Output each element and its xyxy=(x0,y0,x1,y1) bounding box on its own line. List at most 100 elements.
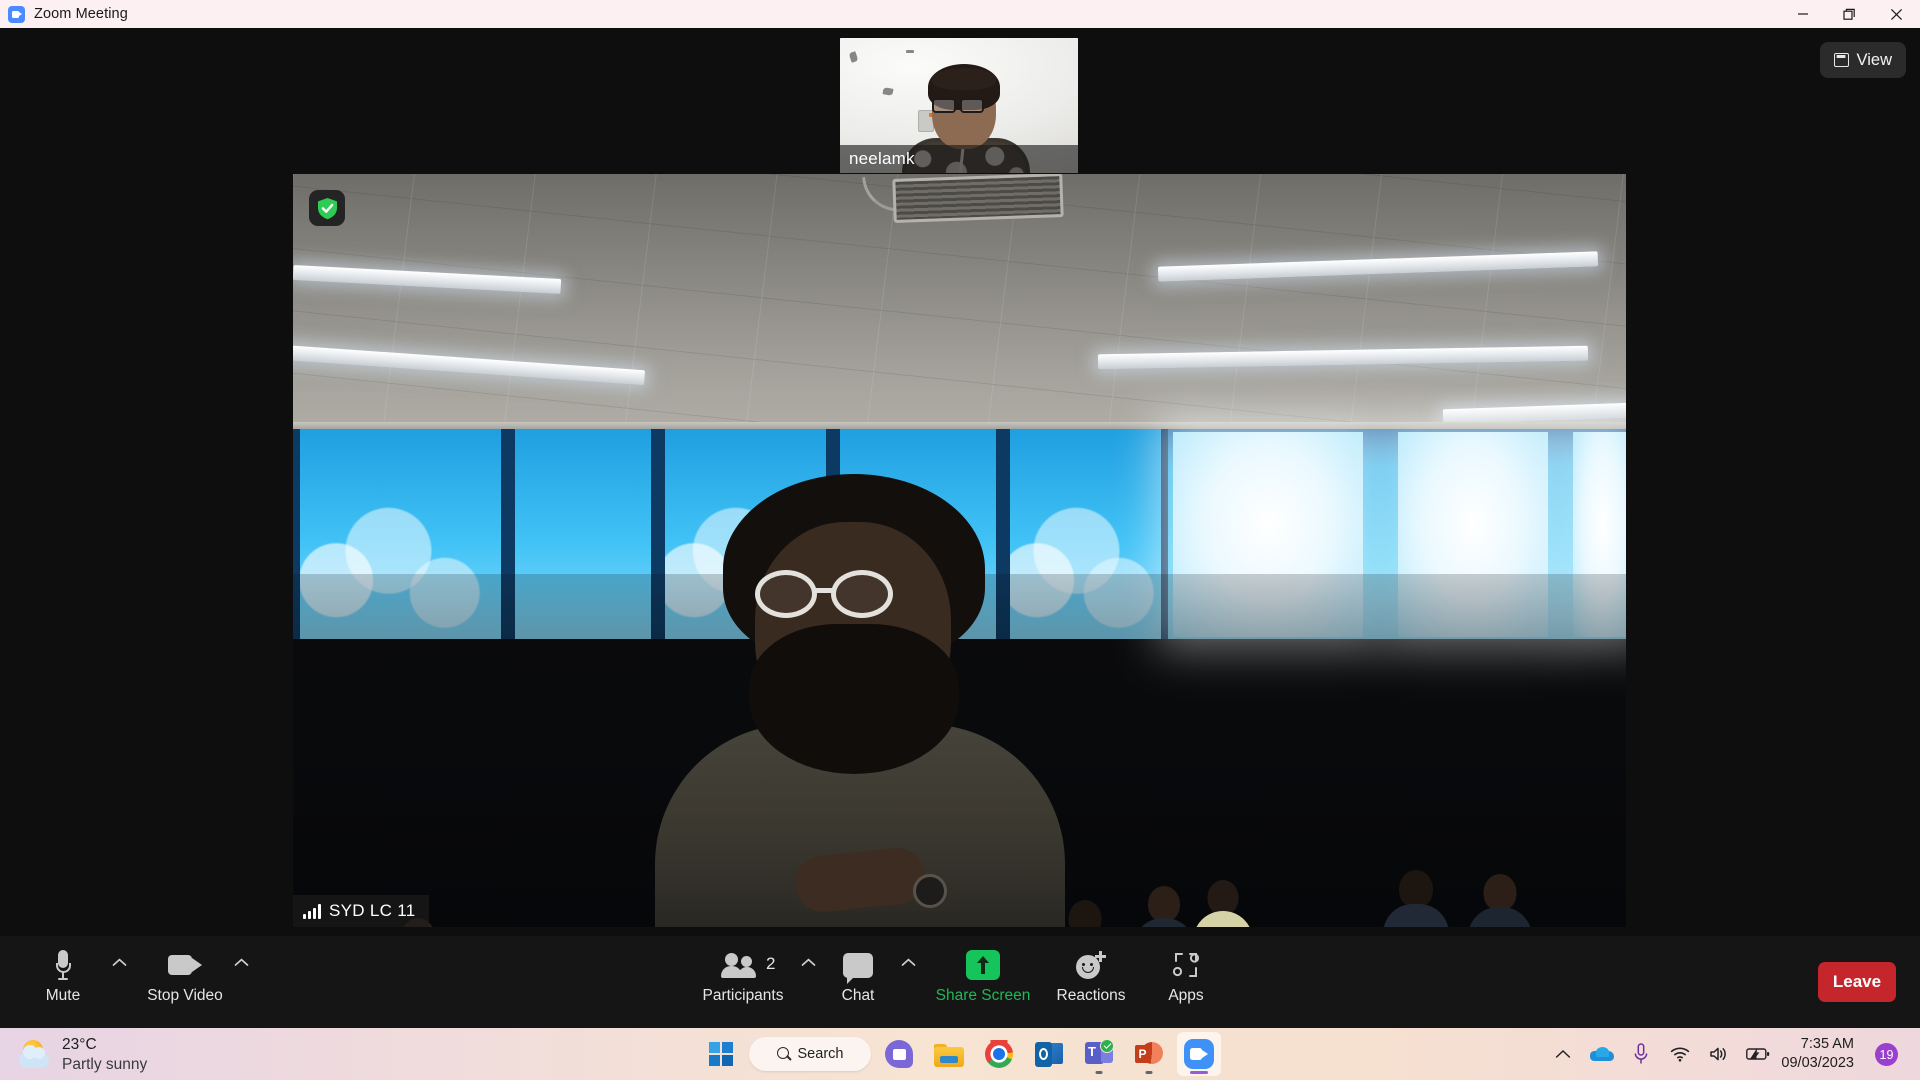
chat-button[interactable]: Chat xyxy=(821,936,895,1005)
leave-button[interactable]: Leave xyxy=(1818,962,1896,1002)
chat-label: Chat xyxy=(841,987,875,1004)
taskbar-app-file-explorer[interactable] xyxy=(927,1032,971,1076)
participants-label: Participants xyxy=(702,987,784,1004)
teams-available-badge-icon xyxy=(1100,1039,1114,1053)
taskbar-center: Search T P xyxy=(699,1028,1221,1080)
self-view-name-bar: neelamk xyxy=(840,145,1078,173)
window-title-bar: Zoom Meeting xyxy=(0,0,1920,28)
speaker-icon[interactable] xyxy=(1707,1042,1731,1066)
stop-video-label: Stop Video xyxy=(147,987,223,1004)
taskbar-app-microsoft-teams[interactable]: T xyxy=(1077,1032,1121,1076)
self-view-glasses-right xyxy=(960,98,984,113)
teams-chat-icon xyxy=(885,1040,913,1068)
person-glasses-bridge xyxy=(815,588,833,593)
clock-time: 7:35 AM xyxy=(1800,1036,1854,1052)
windows-taskbar: 23°C Partly sunny Search T P 7:35 AM 09/… xyxy=(0,1028,1920,1080)
person-watch xyxy=(913,874,947,908)
taskbar-app-teams-chat[interactable] xyxy=(877,1032,921,1076)
minimize-icon[interactable] xyxy=(1779,0,1826,28)
people-icon: 2 xyxy=(721,948,775,982)
apps-bracket-icon xyxy=(1172,948,1200,982)
start-button[interactable] xyxy=(699,1032,743,1076)
apps-button[interactable]: Apps xyxy=(1143,936,1229,1005)
window-controls xyxy=(1779,0,1920,28)
self-view-thumbnail[interactable]: neelamk xyxy=(840,38,1078,173)
clock-date: 09/03/2023 xyxy=(1781,1054,1854,1071)
taskbar-clock[interactable]: 7:35 AM 09/03/2023 xyxy=(1781,1035,1854,1073)
video-options-caret-icon[interactable] xyxy=(228,936,254,967)
foreground-person xyxy=(645,474,1075,927)
close-icon[interactable] xyxy=(1873,0,1920,28)
speech-bubble-icon xyxy=(843,948,873,984)
self-view-fringe xyxy=(932,68,996,90)
classroom-video-frame: SYD LC 11 xyxy=(293,174,1626,927)
zoom-toolbar: Mute Stop Video 2 Participants Chat Shar… xyxy=(0,936,1920,1028)
student xyxy=(1193,880,1253,927)
notification-badge[interactable]: 19 xyxy=(1875,1043,1898,1066)
chevron-up-icon[interactable] xyxy=(1551,1042,1575,1066)
running-indicator xyxy=(1095,1071,1103,1074)
wall-mark xyxy=(906,50,914,53)
participants-options-caret-icon[interactable] xyxy=(795,936,821,967)
running-indicator xyxy=(1145,1071,1153,1074)
share-screen-button[interactable]: Share Screen xyxy=(927,936,1039,1005)
chrome-icon xyxy=(985,1040,1013,1068)
weather-widget[interactable]: 23°C Partly sunny xyxy=(18,1035,147,1076)
system-tray xyxy=(1551,1028,1770,1080)
windows-logo-icon xyxy=(708,1041,734,1067)
layout-grid-icon xyxy=(1833,53,1849,67)
wifi-icon[interactable] xyxy=(1668,1042,1692,1066)
search-label: Search xyxy=(797,1046,844,1062)
taskbar-app-powerpoint[interactable]: P xyxy=(1127,1032,1171,1076)
stop-video-button[interactable]: Stop Video xyxy=(142,936,228,1005)
onedrive-cloud-icon[interactable] xyxy=(1590,1042,1614,1066)
participant-name: SYD LC 11 xyxy=(329,901,416,920)
student xyxy=(1133,886,1195,927)
main-video-tile[interactable]: SYD LC 11 xyxy=(293,174,1626,927)
meeting-area: neelamk View SYD LC 11 Mute Stop Video 2… xyxy=(0,28,1920,1028)
restore-icon[interactable] xyxy=(1826,0,1873,28)
reactions-button[interactable]: Reactions xyxy=(1039,936,1143,1005)
smiley-plus-icon xyxy=(1076,948,1106,982)
apps-label: Apps xyxy=(1168,987,1204,1004)
weather-temperature: 23°C xyxy=(62,1036,97,1053)
taskbar-app-zoom[interactable] xyxy=(1177,1032,1221,1076)
participant-name-overlay: SYD LC 11 xyxy=(293,895,430,927)
powerpoint-icon: P xyxy=(1135,1041,1163,1067)
view-button-label: View xyxy=(1856,50,1892,69)
window-title: Zoom Meeting xyxy=(34,6,128,22)
folder-icon xyxy=(934,1042,964,1067)
battery-charging-icon[interactable] xyxy=(1746,1042,1770,1066)
toolbar-left-group: Mute Stop Video xyxy=(20,936,254,1028)
taskbar-app-outlook[interactable] xyxy=(1027,1032,1071,1076)
zoom-camera-icon xyxy=(8,5,25,23)
microphone-icon xyxy=(55,948,71,982)
person-beard xyxy=(749,624,959,774)
chat-options-caret-icon[interactable] xyxy=(895,936,921,967)
air-vent xyxy=(892,174,1064,223)
video-camera-icon xyxy=(168,948,202,982)
view-button[interactable]: View xyxy=(1819,42,1906,78)
zoom-icon xyxy=(1184,1039,1214,1069)
reactions-label: Reactions xyxy=(1056,987,1126,1004)
audio-options-caret-icon[interactable] xyxy=(106,936,132,967)
self-view-glasses-left xyxy=(932,98,956,113)
person-glasses-right xyxy=(831,570,893,618)
taskbar-app-google-chrome[interactable] xyxy=(977,1032,1021,1076)
green-shield-check-icon[interactable] xyxy=(309,190,345,226)
weather-condition: Partly sunny xyxy=(62,1056,148,1074)
search-button[interactable]: Search xyxy=(749,1037,871,1071)
wall-mark xyxy=(882,87,894,96)
microphone-icon[interactable] xyxy=(1629,1042,1653,1066)
active-indicator xyxy=(1190,1071,1208,1074)
self-view-glasses-bridge xyxy=(956,104,961,107)
participants-count: 2 xyxy=(766,954,776,973)
teams-icon: T xyxy=(1085,1039,1114,1067)
mute-label: Mute xyxy=(45,987,81,1004)
signal-bars-icon xyxy=(303,903,321,919)
outlook-icon xyxy=(1035,1041,1063,1067)
notification-count: 19 xyxy=(1879,1047,1894,1062)
mute-button[interactable]: Mute xyxy=(20,936,106,1005)
self-view-name: neelamk xyxy=(849,149,915,168)
participants-button[interactable]: 2 Participants xyxy=(691,936,795,1005)
